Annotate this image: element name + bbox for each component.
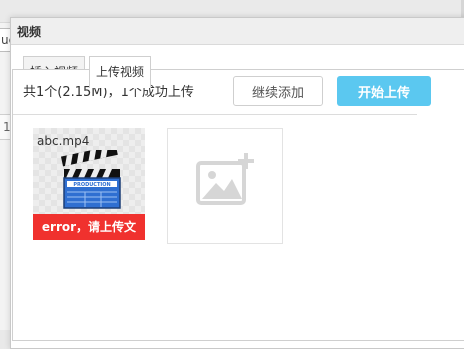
add-image-icon xyxy=(196,153,254,205)
continue-add-button[interactable]: 继续添加 xyxy=(233,76,323,106)
file-error-message: error，请上传文 xyxy=(33,214,145,240)
add-file-placeholder[interactable] xyxy=(167,128,283,244)
upload-panel: 共1个(2.15M)，1个成功上传 继续添加 开始上传 abc.mp4 PROD… xyxy=(12,69,464,341)
clapperboard-icon: PRODUCTION xyxy=(61,150,121,209)
clapperboard-label: PRODUCTION xyxy=(73,182,110,188)
dialog-title: 视频 xyxy=(17,25,42,39)
divider xyxy=(13,114,417,115)
file-item[interactable]: abc.mp4 PRODUCTION error，请上传文 xyxy=(33,128,145,240)
start-upload-button[interactable]: 开始上传 xyxy=(337,76,431,106)
tab-upload-video[interactable]: 上传视频 xyxy=(89,56,152,88)
dialog-titlebar[interactable]: 视频 xyxy=(11,18,464,45)
file-name: abc.mp4 xyxy=(37,134,90,148)
